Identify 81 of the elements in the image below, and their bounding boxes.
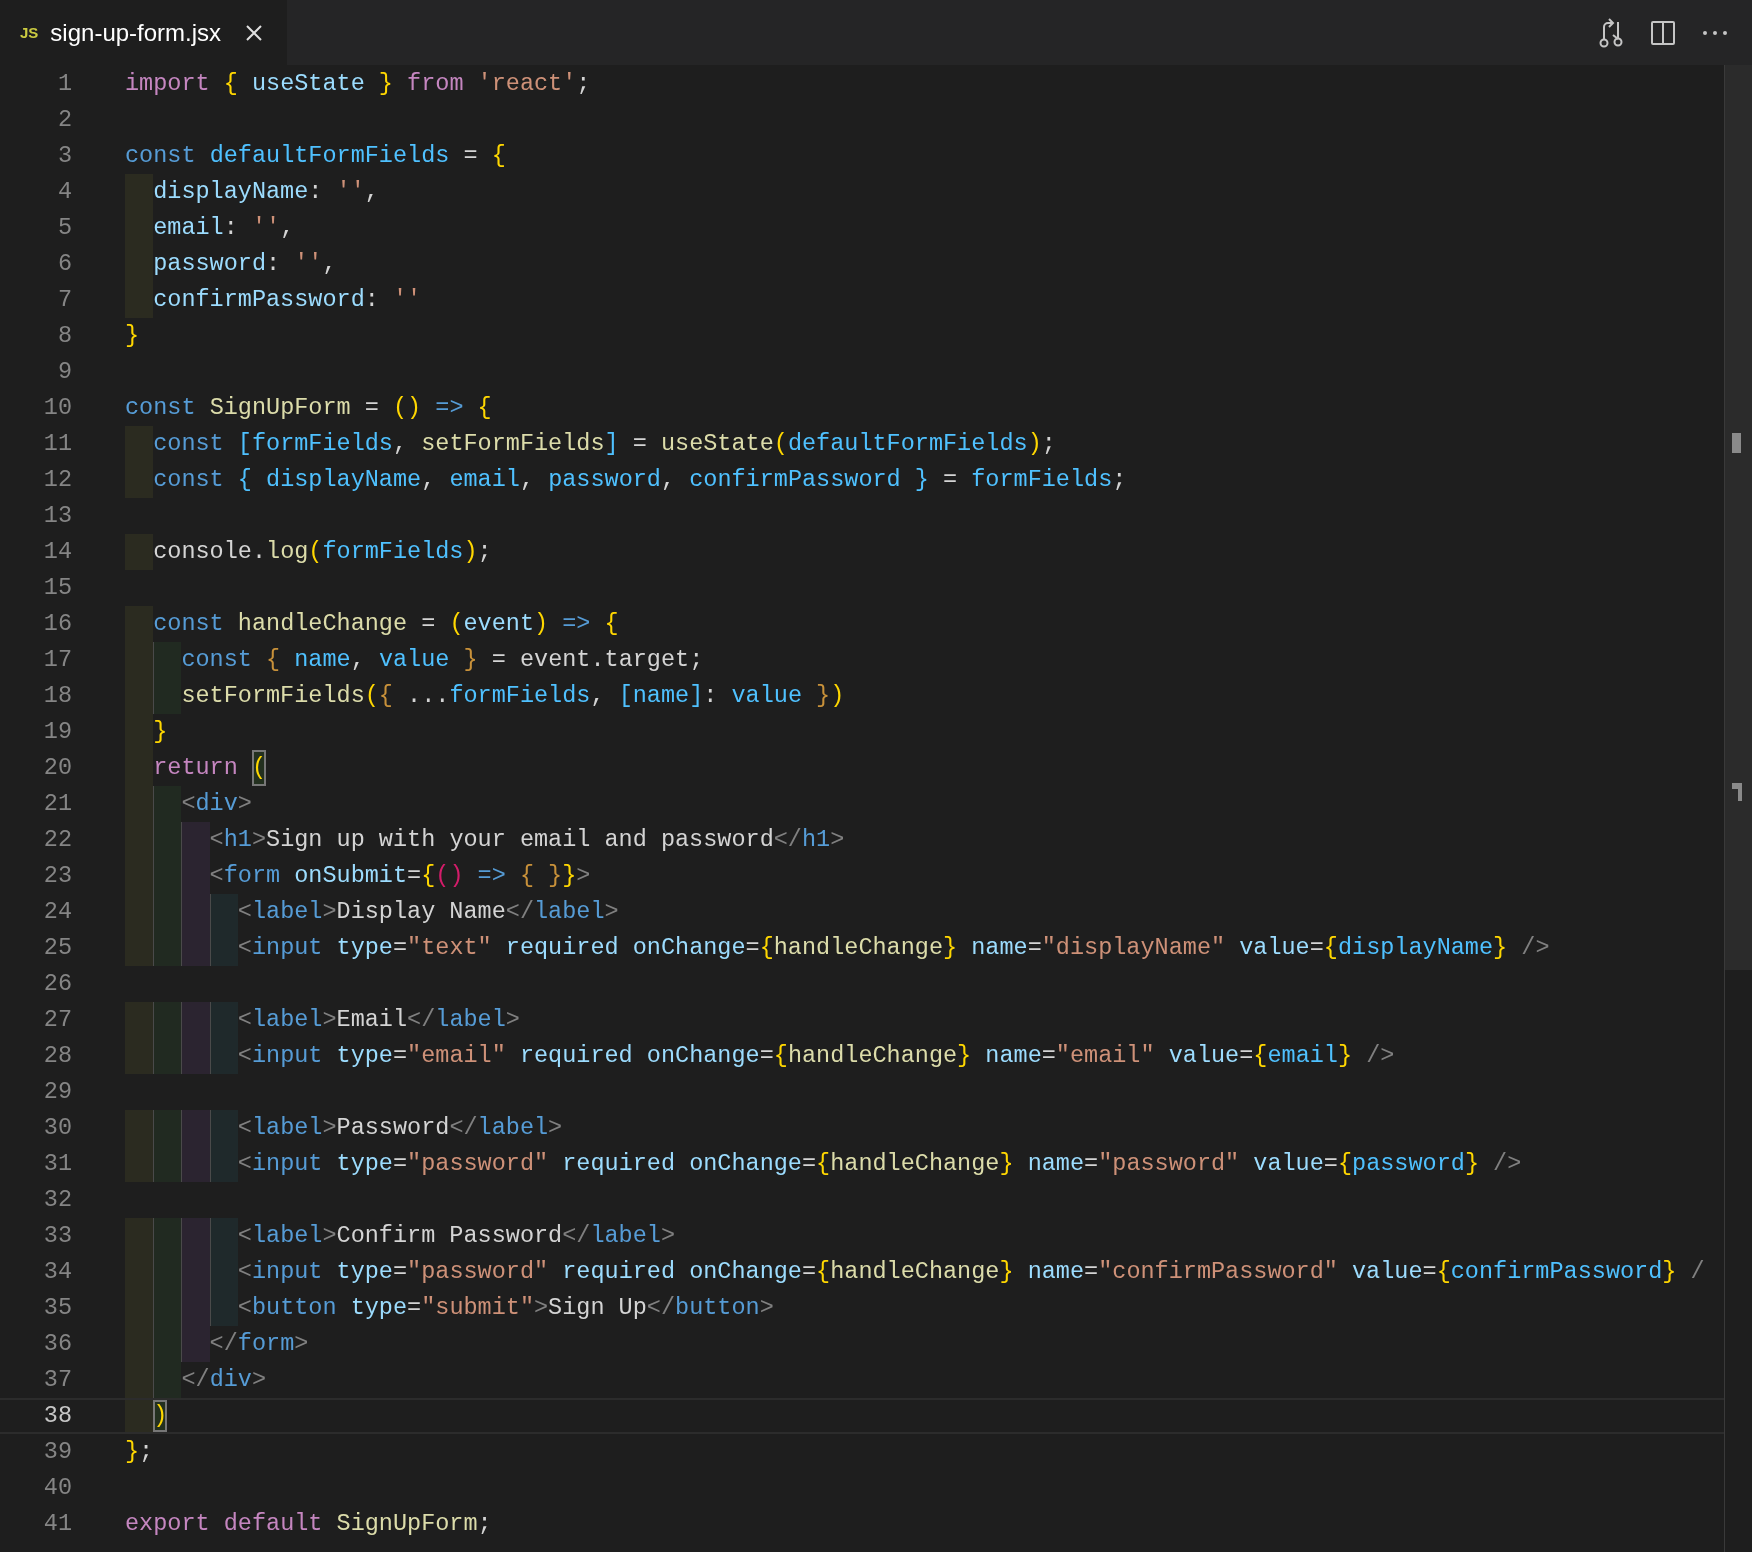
line-number: 37 [42,1365,72,1395]
code-line: console.log(formFields); [125,534,492,570]
editor-tab[interactable]: JS sign-up-form.jsx [0,0,288,65]
line-number: 15 [42,573,72,603]
scrollbar[interactable] [1724,65,1752,1552]
code-line: return ( [125,750,267,786]
line-number: 31 [42,1149,72,1179]
line-number: 13 [42,501,72,531]
code-line: } [125,321,140,351]
line-number: 6 [56,249,72,279]
line-number: 27 [42,1005,72,1035]
code-line: <label>Email</label> [125,1002,520,1038]
code-line: <form onSubmit={() => { }}> [125,858,591,894]
line-number: 8 [56,321,72,351]
line-number: 32 [42,1185,72,1215]
branch-compare-icon [1597,17,1625,48]
code-line: <h1>Sign up with your email and password</h1> [125,822,845,858]
code-line: <input type="email" required onChange={handleChange} name="email" value={email} /> [125,1038,1395,1074]
line-number: 39 [42,1437,72,1467]
code-line: const [formFields, setFormFields] = useState(defaultFormFields); [125,426,1056,462]
code-line: ) [125,1400,168,1432]
line-number: 23 [42,861,72,891]
code-line: import { useState } from 'react'; [125,69,591,99]
line-number: 16 [42,609,72,639]
line-number: 40 [42,1473,72,1503]
line-number: 18 [42,681,72,711]
line-number: 29 [42,1077,72,1107]
line-number: 38 [42,1401,72,1431]
line-number: 4 [56,177,72,207]
line-number: 24 [42,897,72,927]
line-number: 41 [42,1509,72,1539]
split-editor-icon [1650,19,1676,46]
code-line: <label>Password</label> [125,1110,563,1146]
code-line: const { name, value } = event.target; [125,642,704,678]
code-line: <label>Confirm Password</label> [125,1218,676,1254]
line-number: 33 [42,1221,72,1251]
file-type-icon: JS [20,24,39,41]
code-line: <input type="password" required onChange={handleChange} name="password" value={password} /> [125,1146,1522,1182]
line-number: 9 [56,357,72,387]
code-line: const SignUpForm = () => { [125,393,492,423]
line-number: 35 [42,1293,72,1323]
code-line: } [125,714,168,750]
line-number: 30 [42,1113,72,1143]
code-line: <input type="text" required onChange={handleChange} name="displayName" value={displayName} /> [125,930,1550,966]
code-line: password: '', [125,246,337,282]
line-number: 11 [42,429,72,459]
code-line: </div> [125,1362,267,1398]
code-line: email: '', [125,210,295,246]
code-line: </form> [125,1326,309,1362]
code-line: }; [125,1437,154,1467]
code-line: <label>Display Name</label> [125,894,619,930]
code-line: const defaultFormFields = { [125,141,506,171]
code-line: <div> [125,786,252,822]
more-icon [1702,29,1728,36]
line-number: 14 [42,537,72,567]
code-line: <button type="submit">Sign Up</button> [125,1290,774,1326]
line-number: 1 [56,69,72,99]
line-number: 10 [42,393,72,423]
line-number: 7 [56,285,72,315]
line-number: 20 [42,753,72,783]
code-line: const { displayName, email, password, confirmPassword } = formFields; [125,462,1127,498]
line-number: 5 [56,213,72,243]
line-number: 36 [42,1329,72,1359]
line-number: 21 [42,789,72,819]
line-number: 25 [42,933,72,963]
line-number: 12 [42,465,72,495]
code-line: export default SignUpForm; [125,1509,492,1539]
line-number: 2 [56,105,72,135]
line-number: 3 [56,141,72,171]
line-number: 19 [42,717,72,747]
line-number: 26 [42,969,72,999]
close-icon [245,23,264,42]
code-line: <input type="password" required onChange={handleChange} name="confirmPassword" value={confirmPassword} / [125,1254,1705,1290]
code-line: displayName: '', [125,174,379,210]
line-number: 28 [42,1041,72,1071]
line-number: 17 [42,645,72,675]
line-number: 22 [42,825,72,855]
line-number: 34 [42,1257,72,1287]
code-line: confirmPassword: '' [125,282,422,318]
code-line: const handleChange = (event) => { [125,606,619,642]
code-line: setFormFields({ ...formFields, [name]: value }) [125,678,845,714]
